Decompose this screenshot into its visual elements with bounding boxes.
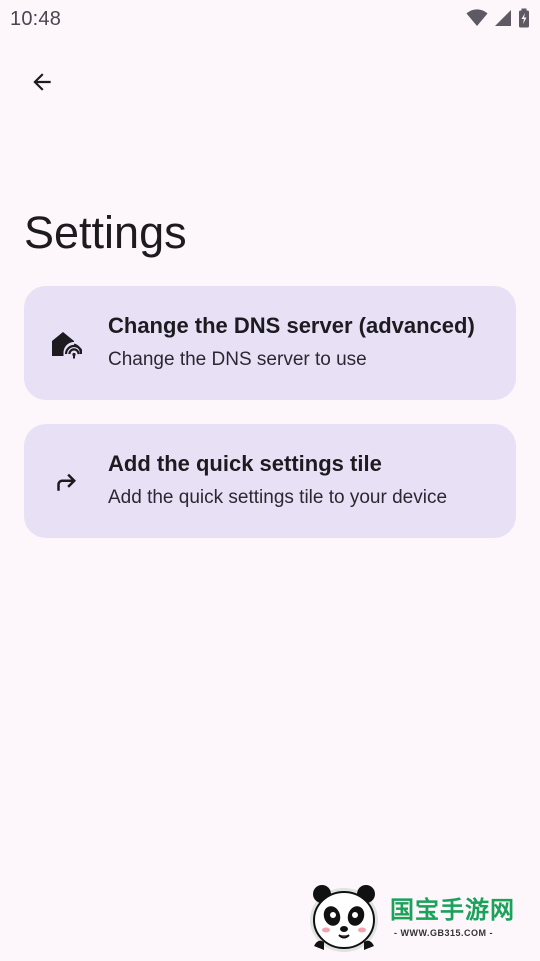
wifi-icon xyxy=(466,9,488,27)
cell-signal-icon xyxy=(494,9,512,27)
redo-arrow-icon xyxy=(50,466,82,498)
setting-card-quick-tile[interactable]: Add the quick settings tile Add the quic… xyxy=(24,424,516,538)
watermark-title: 国宝手游网 xyxy=(390,896,515,924)
setting-subtitle: Change the DNS server to use xyxy=(108,349,367,370)
status-time: 10:48 xyxy=(10,8,62,30)
setting-title: Add the quick settings tile xyxy=(108,451,382,476)
battery-charging-icon xyxy=(518,8,530,28)
status-icons xyxy=(466,8,530,28)
setting-card-change-dns[interactable]: Change the DNS server (advanced) Change … xyxy=(24,286,516,400)
page-title: Settings xyxy=(24,207,187,258)
panda-logo-icon xyxy=(306,880,388,956)
status-bar: 10:48 xyxy=(0,0,540,38)
setting-subtitle: Add the quick settings tile to your devi… xyxy=(108,487,448,508)
watermark: 国宝手游网 - WWW.GB315.COM - xyxy=(306,876,532,958)
watermark-subtitle: - WWW.GB315.COM - xyxy=(394,928,493,938)
setting-title: Change the DNS server (advanced) xyxy=(108,313,475,338)
arrow-back-icon xyxy=(29,69,55,100)
back-button[interactable] xyxy=(18,62,66,106)
home-signal-icon xyxy=(50,328,82,360)
